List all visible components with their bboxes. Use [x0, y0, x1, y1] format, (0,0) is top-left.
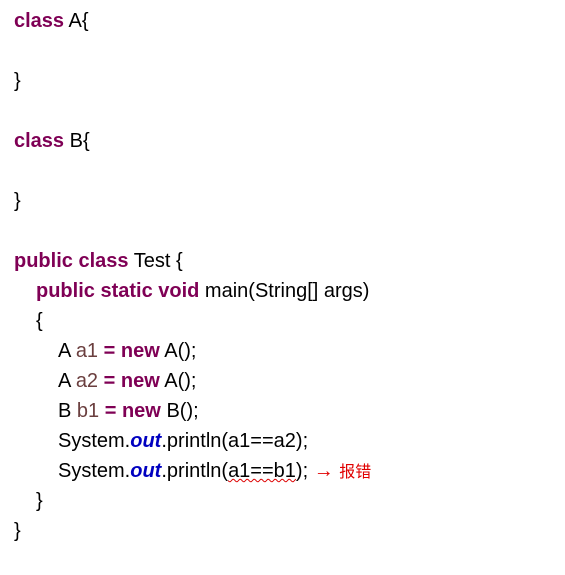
class-name: A	[69, 10, 82, 32]
keyword-public-class: public class	[14, 250, 129, 272]
code-line: B b1 = new B();	[14, 396, 565, 426]
blank-line	[14, 216, 565, 246]
variable: b1	[77, 400, 99, 422]
error-annotation: 报错	[339, 464, 371, 481]
keyword-new: new	[121, 340, 160, 362]
code-line: A a2 = new A();	[14, 366, 565, 396]
blank-line	[14, 36, 565, 66]
class-name: B	[70, 130, 83, 152]
type-name: A	[58, 370, 70, 392]
code-line: class A{	[14, 6, 565, 36]
code-line: {	[14, 306, 565, 336]
out-field: out	[130, 430, 161, 452]
code-line: A a1 = new A();	[14, 336, 565, 366]
brace-open: {	[82, 10, 89, 32]
blank-line	[14, 156, 565, 186]
code-line: }	[14, 486, 565, 516]
keyword-signature: public static void	[36, 280, 199, 302]
code-line: public static void main(String[] args)	[14, 276, 565, 306]
code-line: }	[14, 516, 565, 546]
args: (a1==a2);	[221, 430, 308, 452]
class-name: Test	[134, 250, 171, 272]
code-line: System.out.println(a1==a2);	[14, 426, 565, 456]
brace-close: }	[14, 70, 21, 92]
variable: a1	[76, 340, 98, 362]
operator-eq: =	[105, 400, 117, 422]
keyword-new: new	[121, 370, 160, 392]
constructor-call: A();	[164, 370, 196, 392]
brace-open: {	[176, 250, 183, 272]
type-name: A	[58, 340, 70, 362]
args-close: );	[296, 460, 308, 482]
brace-open: {	[83, 130, 90, 152]
operator-eq: =	[104, 340, 116, 362]
keyword-class: class	[14, 130, 64, 152]
brace-close: }	[36, 490, 43, 512]
system-prefix: System.	[58, 460, 130, 482]
arrow-icon: →	[314, 460, 334, 482]
code-editor: class A{ } class B{ } public class Test …	[0, 0, 565, 575]
method-name: main	[205, 280, 248, 302]
code-line: System.out.println(a1==b1); → 报错	[14, 456, 565, 486]
brace-close: }	[14, 190, 21, 212]
method-params: (String[] args)	[248, 280, 369, 302]
brace-close: }	[14, 520, 21, 542]
keyword-new: new	[122, 400, 161, 422]
constructor-call: A();	[164, 340, 196, 362]
out-field: out	[130, 460, 161, 482]
println: println	[167, 460, 221, 482]
keyword-class: class	[14, 10, 64, 32]
constructor-call: B();	[166, 400, 198, 422]
variable: a2	[76, 370, 98, 392]
blank-line	[14, 96, 565, 126]
type-name: B	[58, 400, 71, 422]
system-prefix: System.	[58, 430, 130, 452]
code-line: }	[14, 186, 565, 216]
brace-open: {	[36, 310, 43, 332]
code-line: }	[14, 66, 565, 96]
println: println	[167, 430, 221, 452]
code-line: public class Test {	[14, 246, 565, 276]
error-expression: a1==b1	[228, 460, 296, 482]
operator-eq: =	[104, 370, 116, 392]
code-line: class B{	[14, 126, 565, 156]
